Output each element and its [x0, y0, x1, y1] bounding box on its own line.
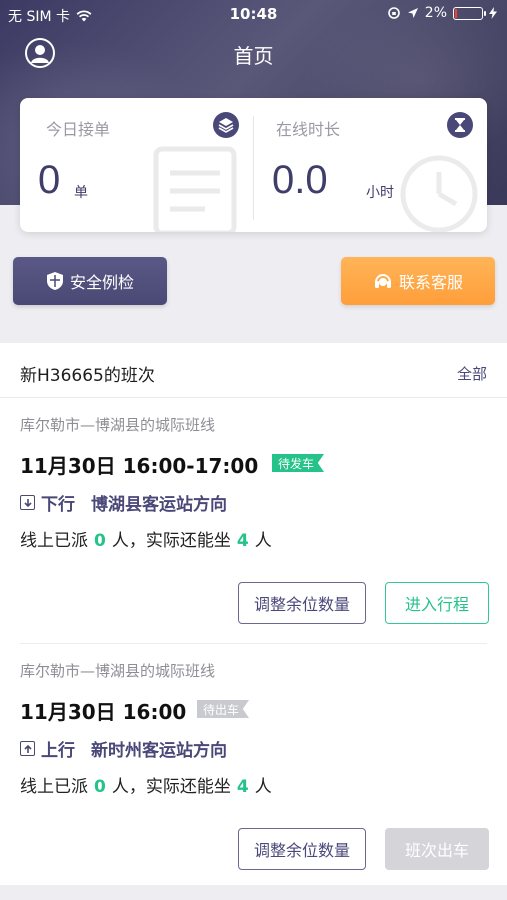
hourglass-icon — [447, 112, 473, 138]
available-count: 4 — [236, 531, 249, 551]
depart-trip-button[interactable]: 班次出车 — [385, 828, 489, 870]
online-time-label: 在线时长 — [276, 120, 341, 139]
status-bar: 无 SIM 卡 10:48 2% — [0, 0, 507, 28]
seat-suffix: 人 — [254, 777, 272, 797]
location-icon — [407, 8, 418, 18]
seat-summary: 线上已派 0 人，实际还能坐 4 人 — [20, 772, 272, 797]
trip-direction: 下行 博湖县客运站方向 — [20, 490, 227, 515]
direction-label: 下行 — [41, 495, 75, 515]
upload-arrow-icon — [20, 741, 35, 756]
dispatched-count: 0 — [94, 777, 106, 797]
status-badge: 待出车 — [197, 700, 250, 718]
seat-suffix: 人 — [254, 531, 272, 551]
online-time-unit: 小时 — [366, 185, 394, 201]
trip-datetime: 11月30日 16:00 — [20, 700, 187, 724]
seat-mid: 人，实际还能坐 — [111, 777, 231, 797]
adjust-seats-button[interactable]: 调整余位数量 — [238, 828, 366, 870]
trip-datetime: 11月30日 16:00-17:00 — [20, 454, 259, 478]
seat-prefix: 线上已派 — [20, 531, 88, 551]
online-time-value: 0.0 — [272, 158, 328, 202]
view-all-link[interactable]: 全部 — [457, 363, 487, 384]
destination-label: 新时州客运站方向 — [91, 741, 227, 761]
layers-icon — [213, 112, 239, 138]
available-count: 4 — [236, 777, 249, 797]
trip-direction: 上行 新时州客运站方向 — [20, 736, 227, 761]
contact-service-button[interactable]: 联系客服 — [341, 257, 495, 305]
trip-card[interactable]: 库尔勒市—博湖县的城际班线 11月30日 16:00 待出车 上行 新时州客运站… — [0, 644, 507, 885]
document-watermark-icon — [153, 146, 237, 232]
trip-route: 库尔勒市—博湖县的城际班线 — [20, 416, 216, 434]
charging-icon — [489, 7, 497, 19]
adjust-seats-button[interactable]: 调整余位数量 — [238, 582, 366, 624]
seat-prefix: 线上已派 — [20, 777, 88, 797]
today-orders-stat: 今日接单 0 单 — [20, 98, 253, 232]
shield-icon — [46, 272, 63, 290]
orientation-lock-icon — [387, 7, 400, 19]
trip-route: 库尔勒市—博湖县的城际班线 — [20, 662, 216, 680]
stats-card: 今日接单 0 单 在线时长 0.0 小时 — [20, 98, 487, 232]
seat-mid: 人，实际还能坐 — [111, 531, 231, 551]
safety-check-button[interactable]: 安全例检 — [13, 257, 167, 305]
online-time-stat: 在线时长 0.0 小时 — [254, 98, 487, 232]
enter-trip-button[interactable]: 进入行程 — [385, 582, 489, 624]
dispatched-count: 0 — [94, 531, 106, 551]
page-title: 首页 — [233, 46, 274, 68]
trips-header: 新H36665的班次 全部 — [0, 343, 507, 398]
battery-percent: 2% — [424, 5, 447, 21]
destination-label: 博湖县客运站方向 — [91, 495, 227, 515]
seat-summary: 线上已派 0 人，实际还能坐 4 人 — [20, 526, 272, 551]
headset-icon — [374, 274, 391, 288]
safety-check-label: 安全例检 — [69, 273, 134, 292]
download-arrow-icon — [20, 495, 35, 510]
status-badge: 待发车 — [272, 454, 325, 472]
today-orders-unit: 单 — [74, 185, 88, 201]
trips-title: 新H36665的班次 — [20, 366, 155, 386]
clock-watermark-icon — [400, 155, 478, 232]
direction-label: 上行 — [41, 741, 75, 761]
today-orders-value: 0 — [38, 158, 61, 202]
trips-panel: 新H36665的班次 全部 库尔勒市—博湖县的城际班线 11月30日 16:00… — [0, 343, 507, 885]
trip-card[interactable]: 库尔勒市—博湖县的城际班线 11月30日 16:00-17:00 待发车 下行 … — [0, 398, 507, 643]
today-orders-label: 今日接单 — [46, 120, 111, 139]
contact-service-label: 联系客服 — [398, 273, 463, 292]
battery-icon — [453, 6, 486, 20]
